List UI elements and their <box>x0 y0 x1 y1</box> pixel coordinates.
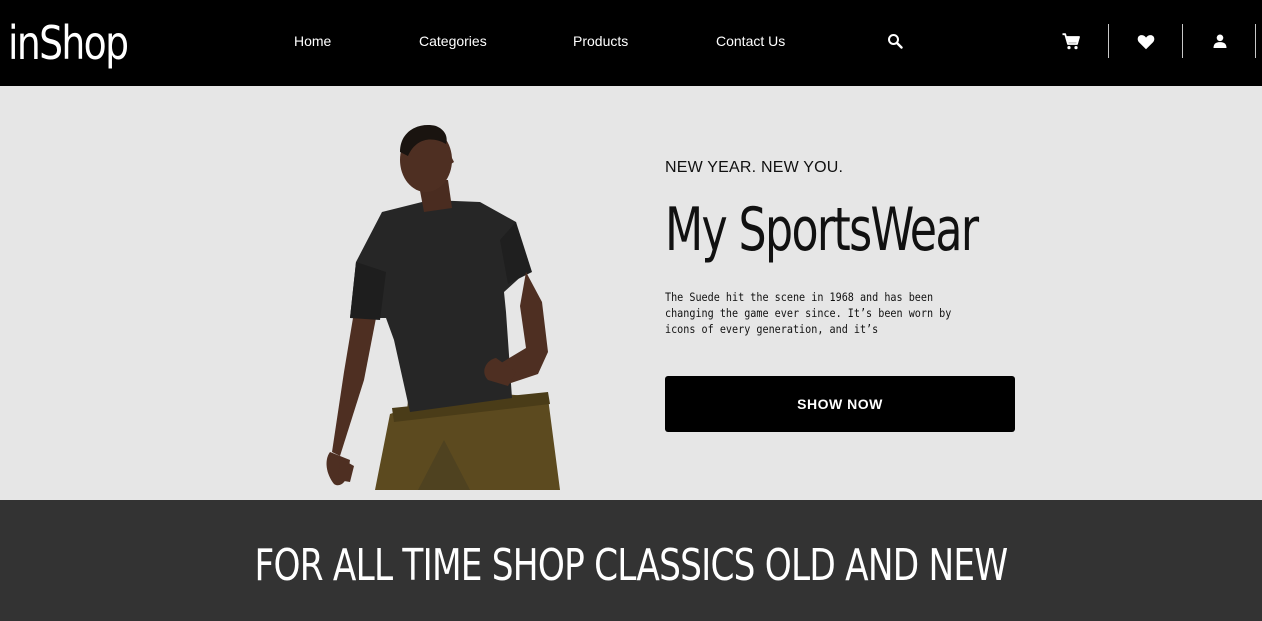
nav-contact-us[interactable]: Contact Us <box>716 33 785 49</box>
cart-icon[interactable] <box>1062 33 1080 50</box>
promo-banner: FOR ALL TIME SHOP CLASSICS OLD AND NEW <box>0 500 1262 621</box>
site-header: inShop Home Categories Products Contact … <box>0 0 1262 86</box>
hero-section: NEW YEAR. NEW YOU. My SportsWear The Sue… <box>0 86 1262 500</box>
hero-title: My SportsWear <box>665 195 979 265</box>
site-logo[interactable]: inShop <box>8 14 129 72</box>
hero-description: The Suede hit the scene in 1968 and has … <box>665 290 952 336</box>
hero-model-image <box>320 122 570 499</box>
header-divider <box>1182 24 1183 58</box>
nav-products[interactable]: Products <box>573 33 628 49</box>
banner-headline: FOR ALL TIME SHOP CLASSICS OLD AND NEW <box>254 540 1009 591</box>
user-icon[interactable] <box>1213 34 1227 48</box>
heart-icon[interactable] <box>1137 34 1155 50</box>
header-divider <box>1255 24 1256 58</box>
nav-categories[interactable]: Categories <box>419 33 487 49</box>
hero-eyebrow: NEW YEAR. NEW YOU. <box>665 159 844 176</box>
search-icon[interactable] <box>887 33 903 49</box>
show-now-button[interactable]: SHOW NOW <box>665 376 1015 432</box>
nav-home[interactable]: Home <box>294 33 331 49</box>
header-divider <box>1108 24 1109 58</box>
